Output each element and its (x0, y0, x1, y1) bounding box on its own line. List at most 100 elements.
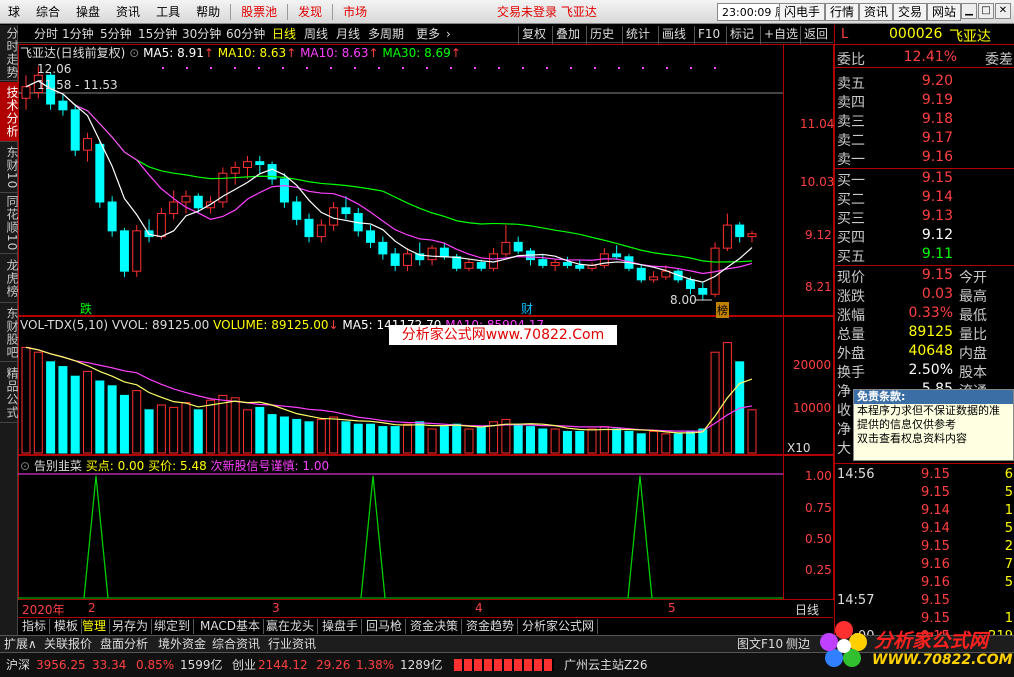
cy-label: 创业 (232, 658, 257, 672)
volume-bar (70, 375, 80, 454)
market-analysis-tab[interactable]: 盘面分析 (100, 637, 148, 652)
stat-row: 外盘 40648 内盘 (835, 343, 1014, 362)
tab-indicator[interactable]: 指标 (22, 619, 51, 634)
volume-bar (119, 394, 129, 454)
server-label: 广州云主站Z26 (564, 658, 648, 672)
sidebar-tab[interactable]: 侧边 (786, 637, 810, 652)
top-dot (666, 67, 668, 69)
f10-text-tab[interactable]: 图文F10 (737, 637, 783, 652)
weibi-value: 12.41% (903, 49, 957, 65)
bid-row: 买三 9.13 (835, 208, 1014, 227)
volume-bar (562, 430, 572, 454)
tab-formula-site[interactable]: 分析家公式网 (522, 619, 599, 634)
hs-pct: 0.85% (136, 658, 175, 672)
general-news-tab[interactable]: 综合资讯 (212, 637, 260, 652)
volume-bar (390, 426, 400, 454)
stat-label: 收 (837, 403, 851, 419)
stat-label-2: 股本 (959, 365, 987, 381)
tick-price: 9.15 (921, 593, 950, 608)
weibi-row: 委比 12.41% 委差 (835, 49, 1014, 68)
volume-bar (329, 416, 339, 454)
volume-bar (169, 406, 179, 454)
volume-bar (452, 423, 462, 454)
volume-bar (402, 423, 412, 454)
candle-body (452, 256, 462, 269)
signal-pulse (360, 475, 386, 599)
volume-bar (316, 418, 326, 454)
industry-news-tab[interactable]: 行业资讯 (268, 637, 316, 652)
tab-manage[interactable]: 管理 (82, 619, 111, 634)
chevron-icon[interactable]: ⊙ (129, 46, 139, 60)
mark-ranking[interactable]: 榜 (716, 302, 729, 318)
volume-bar (587, 428, 597, 454)
ask-row: 卖二 9.17 (835, 130, 1014, 149)
top-dot (522, 67, 524, 69)
tab-trader[interactable]: 操盘手 (322, 619, 363, 634)
tick-row: 9.15 2 (835, 539, 1014, 557)
tab-bind-to[interactable]: 绑定到 (154, 619, 195, 634)
stat-row: 现价 9.15 今开 (835, 267, 1014, 286)
stat-label: 总量 (837, 327, 865, 343)
vol-title: VOL-TDX(5,10) (20, 318, 109, 332)
volume-bar (747, 409, 757, 454)
app-window: 球 综合 操盘 资讯 工具 帮助 股票池 发现 市场 交易未登录 飞亚达 23:… (0, 0, 1014, 677)
stat-label-2: 最低 (959, 308, 987, 324)
candle-body (95, 143, 105, 203)
expand-button[interactable]: 扩展∧ (4, 637, 37, 652)
x-label-may: 5 (668, 601, 676, 615)
tick-price: 9.15 (921, 485, 950, 500)
ask-row: 卖一 9.16 (835, 149, 1014, 168)
tab-macd[interactable]: MACD基本 (200, 619, 264, 634)
top-dot (546, 67, 548, 69)
ask-price: 9.19 (921, 92, 953, 108)
candle-body (513, 241, 523, 252)
tab-fund-trend[interactable]: 资金趋势 (466, 619, 519, 634)
volume-bar (33, 351, 43, 454)
candle-body (366, 230, 376, 243)
tick-price: 9.16 (921, 557, 950, 572)
stock-code: 000026 (889, 26, 943, 42)
tab-horse-gun[interactable]: 回马枪 (366, 619, 407, 634)
candle-body (612, 253, 622, 258)
candle-body (341, 207, 351, 215)
tab-template[interactable]: 模板 (54, 619, 83, 634)
tab-save-as[interactable]: 另存为 (112, 619, 153, 634)
volume-bar (476, 426, 486, 454)
candle-body (156, 213, 166, 238)
volume-bar (255, 406, 265, 454)
volume-bar (83, 370, 93, 454)
ma10-label: MA10: 8.63 (217, 46, 287, 60)
ask-label: 卖四 (837, 95, 865, 111)
candle-body (538, 259, 548, 266)
stat-value: 9.15 (921, 267, 953, 283)
cy-amount: 1289亿 (400, 658, 443, 672)
ask-row: 卖五 9.20 (835, 73, 1014, 92)
candle-body (649, 276, 659, 281)
logo-title: 分析家公式网 (874, 630, 989, 652)
related-quotes-tab[interactable]: 关联报价 (44, 637, 92, 652)
candle-body (193, 195, 203, 209)
signal-header: ⊙ 告别韭菜 买点: 0.00 买价: 5.48 次新股信号谨慎: 1.00 (20, 457, 329, 474)
mark-finance[interactable]: 财 (521, 300, 533, 317)
candle-body (722, 224, 732, 249)
signal-y-tick: 0.50 (805, 532, 832, 546)
chevron-icon[interactable]: ⊙ (20, 459, 30, 473)
mark-fall[interactable]: 跌 (80, 300, 92, 317)
chart-title: 飞亚达(日线前复权) (20, 46, 126, 60)
stat-label: 大 (837, 441, 851, 457)
stock-name: 飞亚达 (949, 29, 991, 45)
volume-bar (144, 409, 154, 454)
stat-value: 89125 (908, 324, 953, 340)
tick-price: 9.15 (921, 539, 950, 554)
y-tick: 9.12 (805, 228, 832, 242)
top-dot (258, 67, 260, 69)
tab-dragon-head[interactable]: 赢在龙头 (266, 619, 319, 634)
tick-volume: 6 (1004, 467, 1013, 482)
top-dot (618, 67, 620, 69)
tick-row: 14:56 9.15 6 (835, 467, 1014, 485)
overseas-fund-tab[interactable]: 境外资金 (158, 637, 206, 652)
stat-label: 净 (837, 422, 851, 438)
volume-bar (612, 428, 622, 454)
tab-fund-decision[interactable]: 资金决策 (410, 619, 463, 634)
volume-bar (439, 426, 449, 454)
